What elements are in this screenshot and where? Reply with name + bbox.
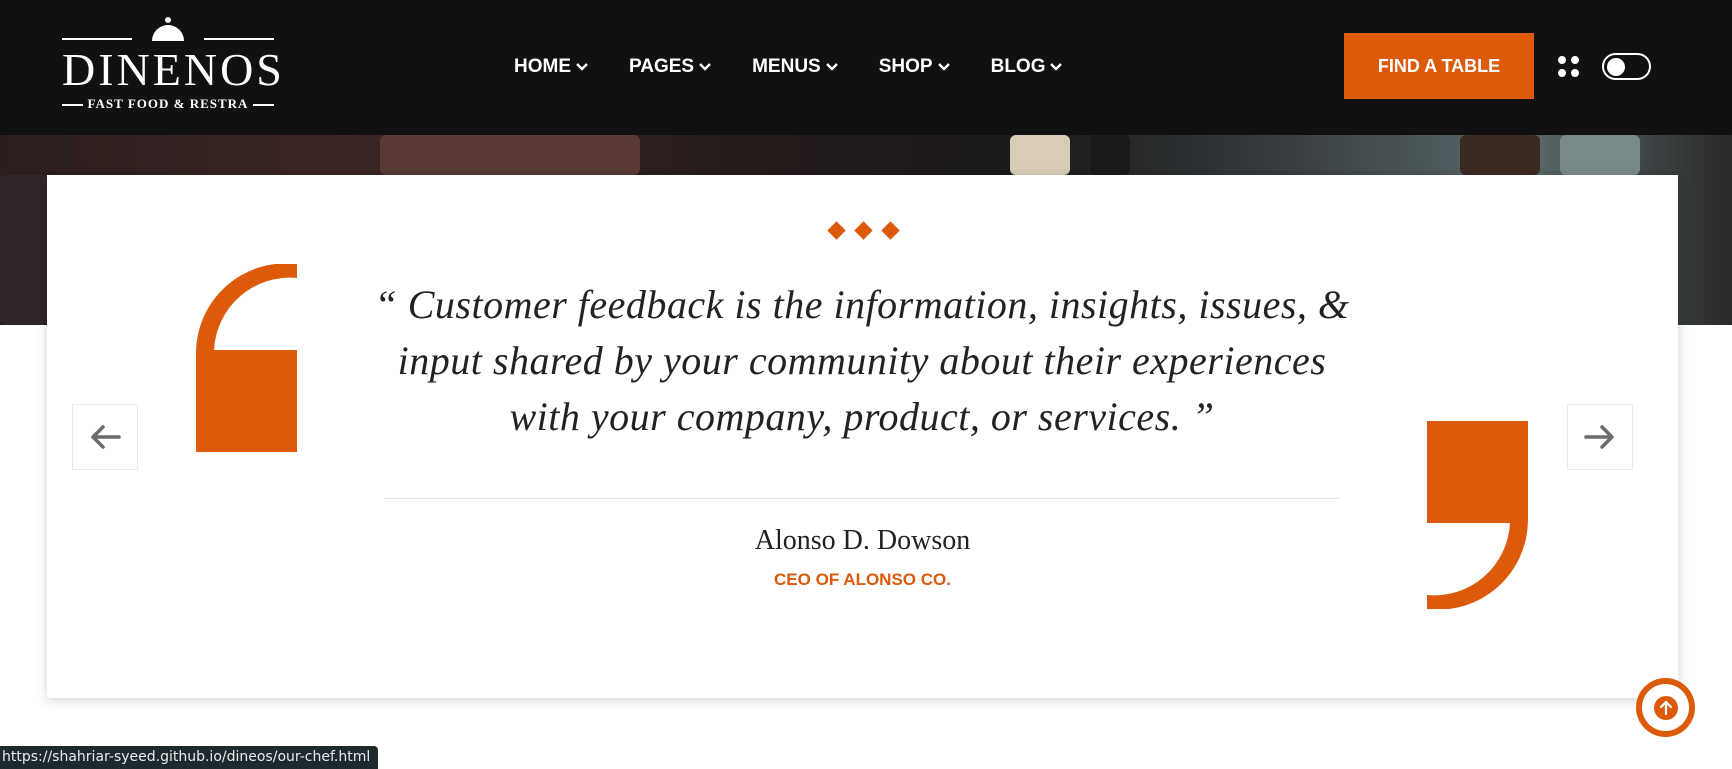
logo-brand: DINENOS xyxy=(62,44,285,95)
arrow-right-icon xyxy=(1584,425,1614,449)
testimonial-role: CEO OF ALONSO CO. xyxy=(774,570,951,589)
cloche-icon xyxy=(152,17,184,41)
previous-slide-button[interactable] xyxy=(72,404,138,470)
testimonial-author: Alonso D. Dowson xyxy=(754,525,971,556)
arrow-left-icon xyxy=(91,425,121,449)
nav-item-blog[interactable]: BLOG xyxy=(991,54,1064,80)
next-slide-button[interactable] xyxy=(1567,404,1633,470)
testimonial-quote: “ Customer feedback is the information, … xyxy=(374,282,1350,439)
divider xyxy=(384,498,1340,499)
nav-item-pages[interactable]: PAGES xyxy=(629,54,712,80)
status-bar-url: https://shahriar-syeed.github.io/dineos/… xyxy=(0,746,379,769)
chevron-down-icon xyxy=(937,63,950,71)
nav-item-menus[interactable]: MENUS xyxy=(752,54,839,80)
diamond-icon xyxy=(825,221,905,241)
scroll-to-top-button[interactable] xyxy=(1636,678,1695,737)
scroll-to-top-ring xyxy=(1642,684,1689,731)
nav-item-home[interactable]: HOME xyxy=(514,54,589,80)
chevron-down-icon xyxy=(699,63,711,71)
logo-line-right xyxy=(204,38,274,40)
site-header: DINENOS FAST FOOD & RESTRA HOME PAGES ME… xyxy=(0,0,1732,135)
logo-tagline: FAST FOOD & RESTRA xyxy=(62,96,274,111)
toggle-knob xyxy=(1607,58,1625,76)
main-nav: HOME PAGES MENUS SHOP BLOG xyxy=(514,54,1103,80)
theme-toggle[interactable] xyxy=(1602,53,1651,80)
chevron-down-icon xyxy=(825,63,838,71)
testimonial-card: “ Customer feedback is the information, … xyxy=(47,175,1678,698)
find-a-table-button[interactable]: FIND A TABLE xyxy=(1344,33,1534,99)
logo[interactable]: DINENOS FAST FOOD & RESTRA xyxy=(62,17,285,113)
quote-open-icon xyxy=(196,264,297,452)
chevron-down-icon xyxy=(576,63,588,71)
arrow-up-icon xyxy=(1653,695,1678,720)
four-dots-icon[interactable] xyxy=(1558,56,1580,78)
logo-line-left xyxy=(62,38,132,40)
nav-item-shop[interactable]: SHOP xyxy=(879,54,951,80)
chevron-down-icon xyxy=(1050,63,1063,71)
